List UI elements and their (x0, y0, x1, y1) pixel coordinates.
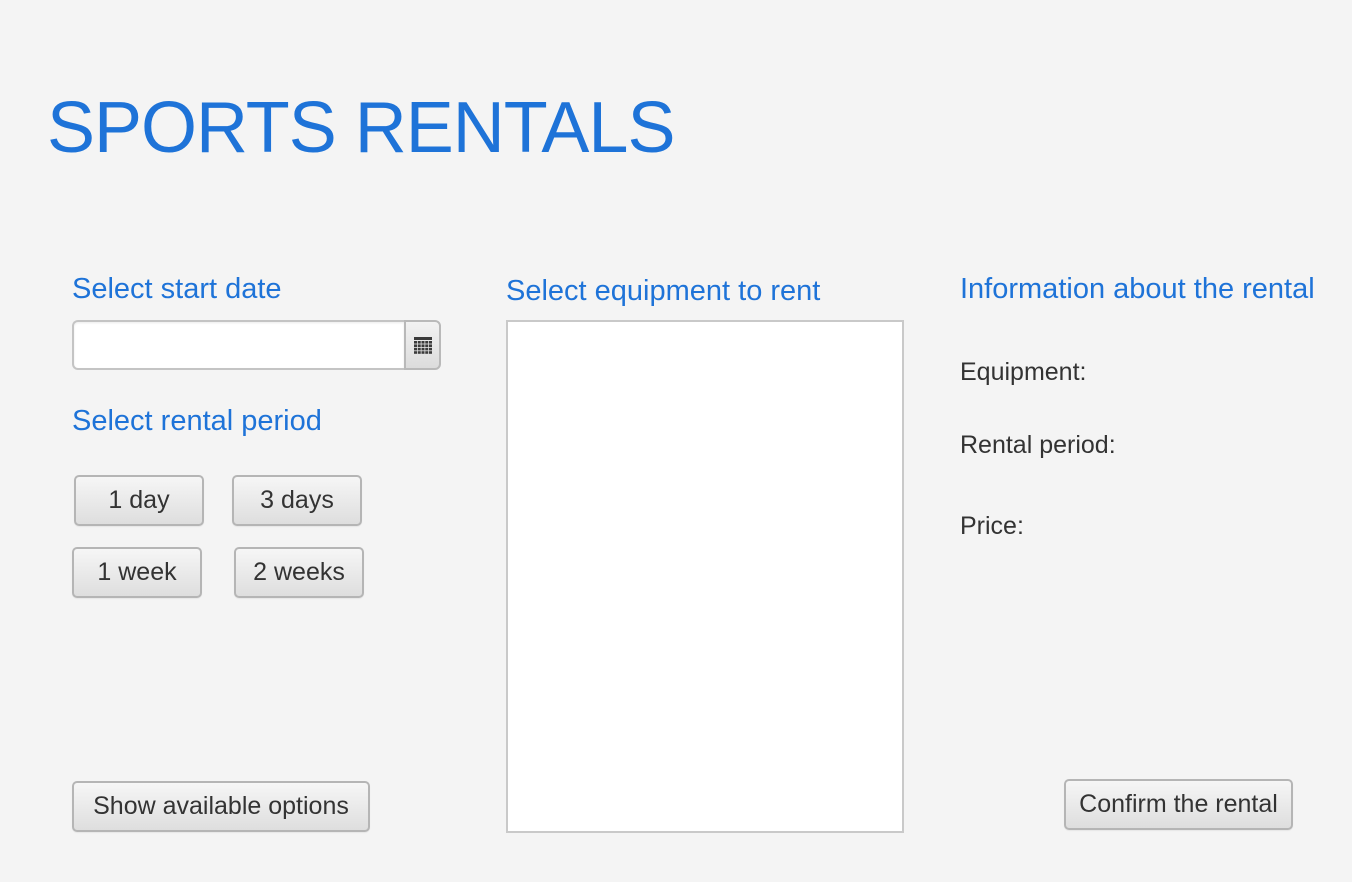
start-date-heading: Select start date (72, 273, 282, 305)
price-info-label: Price: (960, 512, 1024, 540)
confirm-rental-button[interactable]: Confirm the rental (1064, 779, 1293, 830)
show-available-options-button[interactable]: Show available options (72, 781, 370, 832)
rental-info-heading: Information about the rental (960, 273, 1315, 305)
equipment-list[interactable] (506, 320, 904, 833)
equipment-heading: Select equipment to rent (506, 275, 821, 307)
rental-period-1-day-button[interactable]: 1 day (74, 475, 204, 526)
calendar-button[interactable] (404, 320, 441, 370)
date-picker (72, 320, 441, 370)
rental-period-heading: Select rental period (72, 405, 322, 437)
calendar-icon (413, 336, 432, 354)
rental-period-1-week-button[interactable]: 1 week (72, 547, 202, 598)
start-date-input[interactable] (72, 320, 404, 370)
rental-period-2-weeks-button[interactable]: 2 weeks (234, 547, 364, 598)
equipment-info-label: Equipment: (960, 358, 1087, 386)
rental-period-3-days-button[interactable]: 3 days (232, 475, 362, 526)
app-title: SPORTS RENTALS (47, 88, 675, 168)
rental-period-info-label: Rental period: (960, 431, 1116, 459)
